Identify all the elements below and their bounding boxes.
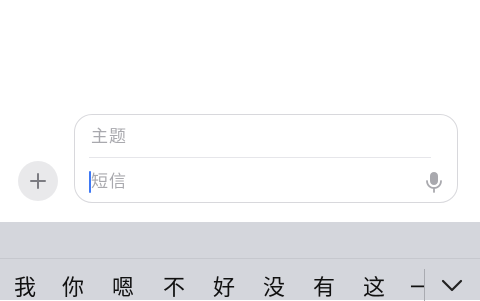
text-cursor <box>89 171 91 193</box>
candidate-word[interactable]: 一 <box>410 275 424 301</box>
chevron-down-icon <box>441 279 463 292</box>
candidate-list: 我 你 嗯 不 好 没 有 这 一 <box>0 259 424 301</box>
keyboard-toolbar <box>0 222 480 258</box>
subject-field[interactable]: 主题 <box>91 125 127 149</box>
message-field[interactable]: 短信 <box>91 169 127 195</box>
candidate-word[interactable]: 没 <box>263 275 285 301</box>
microphone-icon[interactable] <box>423 170 445 194</box>
candidate-bar: 我 你 嗯 不 好 没 有 这 一 <box>0 258 480 301</box>
candidate-word[interactable]: 好 <box>213 275 235 301</box>
candidate-divider <box>424 269 425 301</box>
composer-divider <box>89 157 431 158</box>
plus-icon <box>30 173 46 189</box>
candidate-word[interactable]: 不 <box>163 275 185 301</box>
expand-candidates-button[interactable] <box>432 273 472 299</box>
candidate-word[interactable]: 这 <box>363 275 385 301</box>
candidate-word[interactable]: 嗯 <box>112 275 134 301</box>
message-composer: 主题 短信 <box>74 114 458 203</box>
candidate-word[interactable]: 你 <box>62 275 84 301</box>
add-attachment-button[interactable] <box>18 161 58 201</box>
candidate-word[interactable]: 我 <box>14 275 36 301</box>
candidate-word[interactable]: 有 <box>313 275 335 301</box>
